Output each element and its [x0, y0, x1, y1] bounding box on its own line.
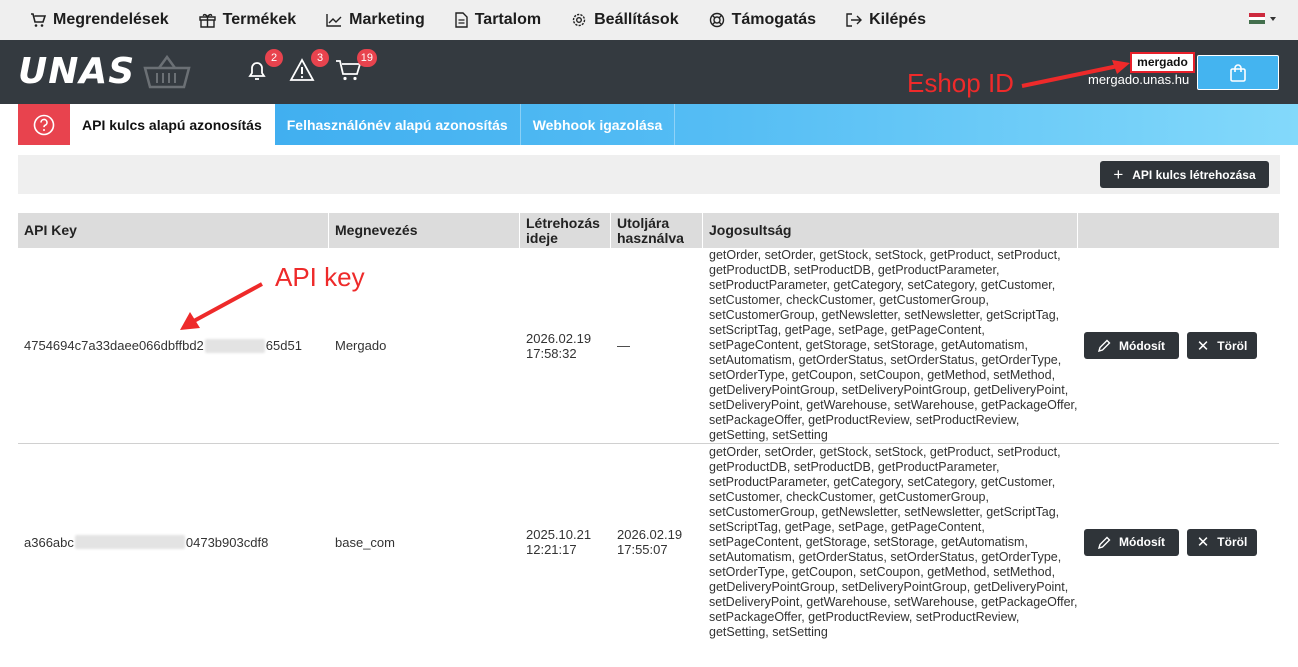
name-cell: base_com: [335, 534, 395, 550]
permissions-cell: getOrder, setOrder, getStock, setStock, …: [709, 444, 1078, 639]
orders-button[interactable]: 19: [335, 49, 377, 87]
menu-item-marketing[interactable]: Marketing: [326, 11, 425, 29]
permissions-cell: getOrder, setOrder, getStock, setStock, …: [709, 248, 1078, 442]
document-icon: [455, 12, 468, 28]
lifebuoy-icon: [709, 12, 724, 28]
last-used-cell: 2026.02.19 17:55:07: [617, 527, 683, 557]
delete-button[interactable]: ✕ Töröl: [1187, 332, 1257, 359]
question-circle-icon: [33, 114, 55, 135]
shop-link-button[interactable]: [1197, 55, 1279, 90]
last-used-cell: —: [617, 338, 630, 353]
basket-logo-icon: [143, 54, 191, 89]
menu-item-settings[interactable]: Beállítások: [571, 11, 679, 29]
menu-item-orders[interactable]: Megrendelések: [30, 11, 169, 29]
menu-label: Tartalom: [474, 11, 542, 28]
table-header: API Key Megnevezés Létrehozás ideje Utol…: [18, 213, 1279, 248]
actions-cell: Módosít ✕ Töröl: [1078, 444, 1279, 640]
help-button[interactable]: [18, 104, 70, 145]
menu-item-support[interactable]: Támogatás: [709, 11, 816, 29]
logout-icon: [846, 13, 863, 27]
hu-flag-icon: [1249, 13, 1265, 25]
chevron-down-icon: [1270, 16, 1276, 21]
pencil-icon: [1098, 536, 1111, 549]
created-cell: 2025.10.21 12:21:17: [526, 527, 592, 557]
menu-item-products[interactable]: Termékek: [198, 11, 297, 29]
api-key-cell: a366abc 0473b903cdf8: [18, 444, 329, 640]
delete-button[interactable]: ✕ Töröl: [1187, 528, 1257, 556]
menu-label: Termékek: [222, 11, 297, 28]
box-icon: [198, 13, 216, 28]
actions-cell: Módosít ✕ Töröl: [1078, 248, 1279, 443]
create-api-key-button[interactable]: + API kulcs létrehozása: [1100, 161, 1269, 188]
gear-icon: [572, 13, 586, 27]
api-keys-table: API Key Megnevezés Létrehozás ideje Utol…: [18, 213, 1279, 640]
warnings-button[interactable]: 3: [289, 49, 329, 87]
delete-label: Töröl: [1217, 338, 1248, 353]
logo-text: UNAS: [18, 51, 136, 92]
menu-label: Kilépés: [869, 11, 926, 28]
annotation-arrow-icon: [1021, 60, 1130, 88]
table-row: 4754694c7a33daee066dbffbd2 65d51 Mergado …: [18, 248, 1279, 444]
logo[interactable]: UNAS: [18, 54, 191, 90]
chart-icon: [326, 14, 342, 27]
close-icon: ✕: [1196, 337, 1210, 355]
close-icon: ✕: [1196, 534, 1210, 551]
language-selector[interactable]: [1249, 13, 1276, 25]
header-last-used: Utoljára használva: [611, 213, 703, 248]
header-created: Létrehozás ideje: [520, 213, 611, 248]
tab-webhook-verify[interactable]: Webhook igazolása: [521, 104, 676, 145]
menu-label: Megrendelések: [53, 11, 169, 28]
eshop-id-annotation: Eshop ID: [907, 68, 1014, 98]
shopping-bag-icon: [1230, 63, 1246, 82]
menu-label: Beállítások: [594, 11, 679, 28]
top-menu: Megrendelések Termékek Marketing Tartalo…: [0, 0, 1298, 40]
edit-label: Módosít: [1119, 535, 1165, 549]
plus-icon: +: [1113, 165, 1124, 184]
header-permissions: Jogosultság: [703, 213, 1078, 248]
tab-api-key-auth[interactable]: API kulcs alapú azonosítás: [70, 104, 275, 145]
api-key-start: a366abc: [24, 534, 74, 550]
header-name: Megnevezés: [329, 213, 520, 248]
create-api-key-label: API kulcs létrehozása: [1132, 167, 1256, 182]
edit-label: Módosít: [1119, 338, 1165, 353]
api-key-annotation: API key: [275, 262, 365, 292]
menu-item-content[interactable]: Tartalom: [455, 11, 541, 29]
cart-icon: [31, 12, 46, 27]
table-row: a366abc 0473b903cdf8 base_com 2025.10.21 …: [18, 444, 1279, 640]
delete-label: Töröl: [1217, 535, 1248, 549]
tab-bar: API kulcs alapú azonosítás Felhasználóné…: [18, 104, 1298, 145]
redacted-block: [204, 338, 265, 353]
redacted-block: [74, 535, 185, 549]
tab-username-auth[interactable]: Felhasználónév alapú azonosítás: [275, 104, 521, 145]
pencil-icon: [1098, 339, 1111, 352]
warnings-badge: 3: [311, 49, 329, 67]
shop-id: mergado: [1130, 52, 1195, 73]
created-cell: 2026.02.19 17:58:32: [526, 330, 592, 361]
notifications-badge: 2: [265, 49, 283, 67]
header-api-key: API Key: [18, 213, 329, 248]
orders-badge: 19: [356, 49, 377, 67]
menu-label: Támogatás: [731, 11, 817, 28]
menu-label: Marketing: [349, 11, 425, 28]
action-bar: + API kulcs létrehozása: [18, 155, 1280, 194]
menu-item-logout[interactable]: Kilépés: [846, 11, 926, 29]
api-key-start: 4754694c7a33daee066dbffbd2: [24, 338, 204, 353]
notifications-button[interactable]: 2: [245, 49, 283, 87]
api-key-end: 0473b903cdf8: [185, 534, 269, 550]
api-key-end: 65d51: [265, 338, 302, 353]
edit-button[interactable]: Módosít: [1084, 528, 1179, 556]
edit-button[interactable]: Módosít: [1084, 332, 1179, 359]
annotation-arrow-icon: [180, 282, 263, 330]
header-actions: [1078, 213, 1279, 248]
